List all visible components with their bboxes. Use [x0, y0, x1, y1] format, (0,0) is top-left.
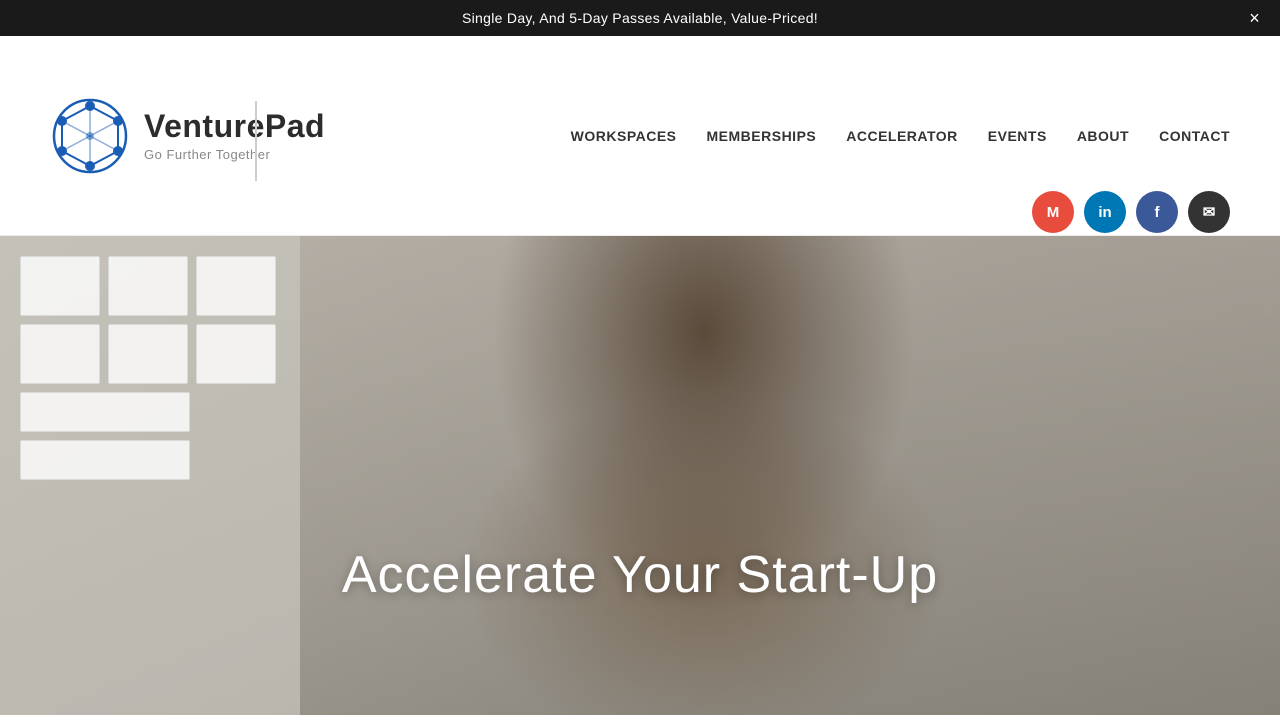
hero-headline-text: Accelerate Your Start-Up: [0, 545, 1280, 605]
nav-workspaces[interactable]: WORKSPACES: [571, 128, 677, 144]
facebook-social-button[interactable]: f: [1136, 191, 1178, 233]
header: VenturePad Go Further Together WORKSPACE…: [0, 36, 1280, 236]
nav-memberships[interactable]: MEMBERSHIPS: [707, 128, 817, 144]
paper-card: [108, 256, 188, 316]
hero-section: Accelerate Your Start-Up: [0, 236, 1280, 715]
hero-left-papers: [0, 236, 300, 715]
paper-card: [20, 256, 100, 316]
announcement-bar: Single Day, And 5-Day Passes Available, …: [0, 0, 1280, 36]
brand-tagline: Go Further Together: [144, 147, 325, 162]
hero-headline-container: Accelerate Your Start-Up: [0, 545, 1280, 605]
linkedin-social-button[interactable]: in: [1084, 191, 1126, 233]
brand-name: VenturePad: [144, 109, 325, 144]
logo-icon: [50, 96, 130, 176]
paper-card: [20, 324, 100, 384]
paper-card: [196, 324, 276, 384]
nav-accelerator[interactable]: ACCELERATOR: [846, 128, 958, 144]
close-announcement-button[interactable]: ×: [1249, 9, 1260, 27]
email-social-button[interactable]: ✉: [1188, 191, 1230, 233]
paper-card: [108, 324, 188, 384]
paper-card: [20, 440, 190, 480]
medium-social-button[interactable]: M: [1032, 191, 1074, 233]
logo-area[interactable]: VenturePad Go Further Together: [50, 96, 325, 176]
main-nav: WORKSPACES MEMBERSHIPS ACCELERATOR EVENT…: [571, 128, 1230, 144]
paper-card: [20, 392, 190, 432]
paper-card: [196, 256, 276, 316]
announcement-text: Single Day, And 5-Day Passes Available, …: [462, 10, 818, 26]
logo-text: VenturePad Go Further Together: [144, 109, 325, 161]
logo-divider: [255, 101, 257, 181]
nav-contact[interactable]: CONTACT: [1159, 128, 1230, 144]
nav-events[interactable]: EVENTS: [988, 128, 1047, 144]
social-icons: M in f ✉: [1032, 191, 1230, 233]
nav-about[interactable]: ABOUT: [1077, 128, 1129, 144]
